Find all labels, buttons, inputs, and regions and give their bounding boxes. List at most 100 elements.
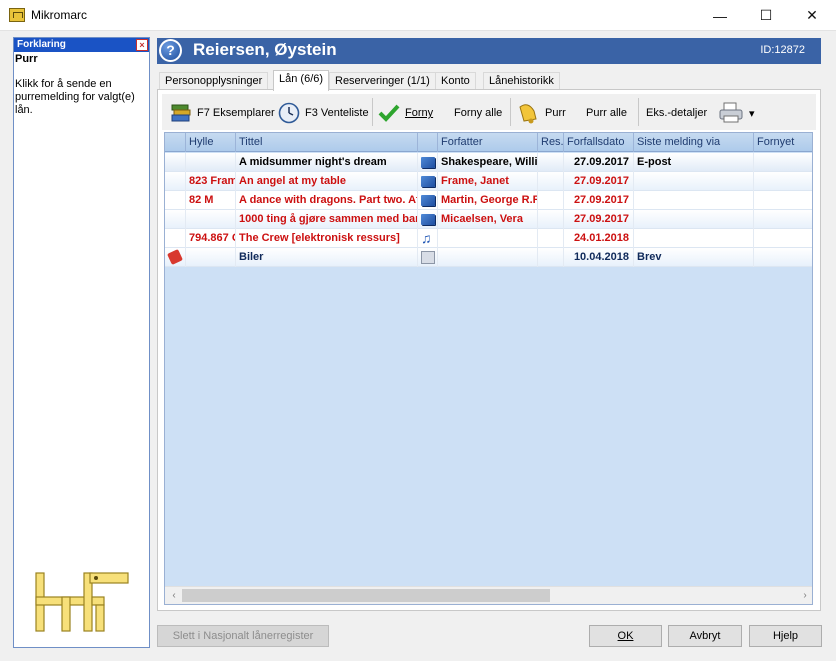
minimize-button[interactable]: —	[697, 0, 743, 31]
column-header-title[interactable]: Tittel	[236, 133, 418, 152]
media-cell	[418, 191, 438, 210]
window-title: Mikromarc	[31, 8, 87, 22]
title-cell: A midsummer night's dream	[236, 153, 418, 172]
due-date-cell: 27.09.2017	[564, 210, 634, 229]
title-cell: The Crew [elektronisk ressurs]	[236, 229, 418, 248]
media-cell	[418, 172, 438, 191]
maximize-button[interactable]: ☐	[743, 0, 789, 31]
column-header-renewed[interactable]: Fornyet	[754, 133, 812, 152]
mikromarc-logo-icon	[35, 572, 129, 632]
table-row[interactable]: 794.867 C The Crew [elektronisk ressurs]…	[165, 229, 812, 248]
help-icon[interactable]: ?	[159, 39, 182, 62]
column-header-due-date[interactable]: Forfallsdato	[564, 133, 634, 152]
renewed-cell	[754, 153, 812, 172]
print-button[interactable]: ▾	[718, 98, 755, 128]
table-row[interactable]: 823 Fram An angel at my table Frame, Jan…	[165, 172, 812, 191]
loans-table: Hylle Tittel Forfatter Res. Forfallsdato…	[164, 132, 813, 605]
waitlist-button[interactable]: F3 Venteliste	[278, 98, 369, 128]
book-icon	[421, 157, 435, 168]
renew-all-label: Forny alle	[454, 107, 503, 119]
renew-all-button[interactable]: Forny alle	[454, 98, 502, 128]
reservations-cell	[538, 248, 564, 267]
title-cell: Biler	[236, 248, 418, 267]
column-header-author[interactable]: Forfatter	[438, 133, 538, 152]
cancel-button[interactable]: Avbryt	[668, 625, 742, 647]
renewed-cell	[754, 248, 812, 267]
row-icon-cell	[165, 210, 186, 229]
toolbar-separator	[510, 98, 511, 126]
title-cell: A dance with dragons. Part two. After th…	[236, 191, 418, 210]
table-row[interactable]: 82 M A dance with dragons. Part two. Aft…	[165, 191, 812, 210]
bell-icon	[519, 104, 537, 124]
window-titlebar: Mikromarc — ☐ ✕	[0, 0, 836, 31]
patron-header: ? Reiersen, Øystein ID:12872	[157, 38, 821, 64]
copy-details-label: Eks.-detaljer	[646, 107, 708, 119]
waitlist-label: F3 Venteliste	[305, 107, 369, 119]
books-stack-icon	[171, 104, 191, 122]
reservations-cell	[538, 153, 564, 172]
last-notice-cell: Brev	[634, 248, 754, 267]
author-cell: Martin, George R.R.	[438, 191, 538, 210]
shelf-cell	[186, 248, 236, 267]
column-header-last-notice[interactable]: Siste melding via	[634, 133, 754, 152]
due-date-cell: 27.09.2017	[564, 153, 634, 172]
table-row[interactable]: Biler 10.04.2018 Brev	[165, 248, 812, 267]
multimedia-icon	[421, 251, 435, 264]
reservations-cell	[538, 172, 564, 191]
copy-details-button[interactable]: Eks.-detaljer	[646, 98, 707, 128]
printer-icon	[719, 102, 743, 123]
renewed-cell	[754, 191, 812, 210]
book-icon	[421, 195, 435, 206]
scroll-right-icon[interactable]: ›	[797, 588, 812, 604]
close-window-button[interactable]: ✕	[789, 0, 835, 31]
book-icon	[421, 176, 435, 187]
last-notice-cell: E-post	[634, 153, 754, 172]
tab-loan-history[interactable]: Lånehistorikk	[483, 72, 560, 90]
toolbar-separator	[372, 98, 373, 126]
author-cell: Shakespeare, William	[438, 153, 538, 172]
checkmark-icon	[378, 104, 400, 122]
column-header-shelf[interactable]: Hylle	[186, 133, 236, 152]
media-cell	[418, 153, 438, 172]
reservations-cell	[538, 229, 564, 248]
tab-personal-info[interactable]: Personopplysninger	[159, 72, 269, 90]
author-cell: Frame, Janet	[438, 172, 538, 191]
media-cell	[418, 210, 438, 229]
ok-button[interactable]: OK	[589, 625, 662, 647]
remind-label: Purr	[545, 107, 566, 119]
renewed-cell	[754, 210, 812, 229]
help-button[interactable]: Hjelp	[749, 625, 822, 647]
last-notice-cell	[634, 191, 754, 210]
due-date-cell: 24.01.2018	[564, 229, 634, 248]
tab-account[interactable]: Konto	[435, 72, 476, 90]
row-icon-cell	[165, 191, 186, 210]
print-dropdown-icon[interactable]: ▾	[749, 107, 755, 120]
column-header-reservations[interactable]: Res.	[538, 133, 564, 152]
scroll-left-icon[interactable]: ‹	[166, 588, 182, 604]
remind-all-button[interactable]: Purr alle	[586, 98, 627, 128]
title-cell: An angel at my table	[236, 172, 418, 191]
tab-reservations[interactable]: Reserveringer (1/1)	[329, 72, 436, 90]
close-explanation-icon[interactable]: ×	[136, 39, 148, 51]
media-cell: ♫	[418, 229, 438, 248]
copies-label: F7 Eksemplarer	[197, 107, 275, 119]
tab-loans[interactable]: Lån (6/6)	[273, 70, 330, 91]
horizontal-scrollbar[interactable]: ‹ ›	[165, 586, 812, 604]
scrollbar-thumb[interactable]	[182, 589, 550, 602]
toolbar-separator	[638, 98, 639, 126]
renew-button[interactable]: Forny	[378, 98, 433, 128]
remind-button[interactable]: Purr	[516, 98, 566, 128]
table-row[interactable]: A midsummer night's dream Shakespeare, W…	[165, 153, 812, 172]
table-row[interactable]: 1000 ting å gjøre sammen med barna Micae…	[165, 210, 812, 229]
column-header-media[interactable]	[418, 133, 438, 152]
copies-button[interactable]: F7 Eksemplarer	[170, 98, 275, 128]
patron-id: ID:12872	[760, 44, 805, 56]
author-cell	[438, 248, 538, 267]
clock-icon	[278, 102, 300, 124]
explanation-title: Purr	[15, 53, 38, 65]
author-cell	[438, 229, 538, 248]
explanation-header: Forklaring ×	[14, 38, 149, 52]
title-cell: 1000 ting å gjøre sammen med barna	[236, 210, 418, 229]
shelf-cell: 823 Fram	[186, 172, 236, 191]
delete-national-register-button[interactable]: Slett i Nasjonalt lånerregister	[157, 625, 329, 647]
